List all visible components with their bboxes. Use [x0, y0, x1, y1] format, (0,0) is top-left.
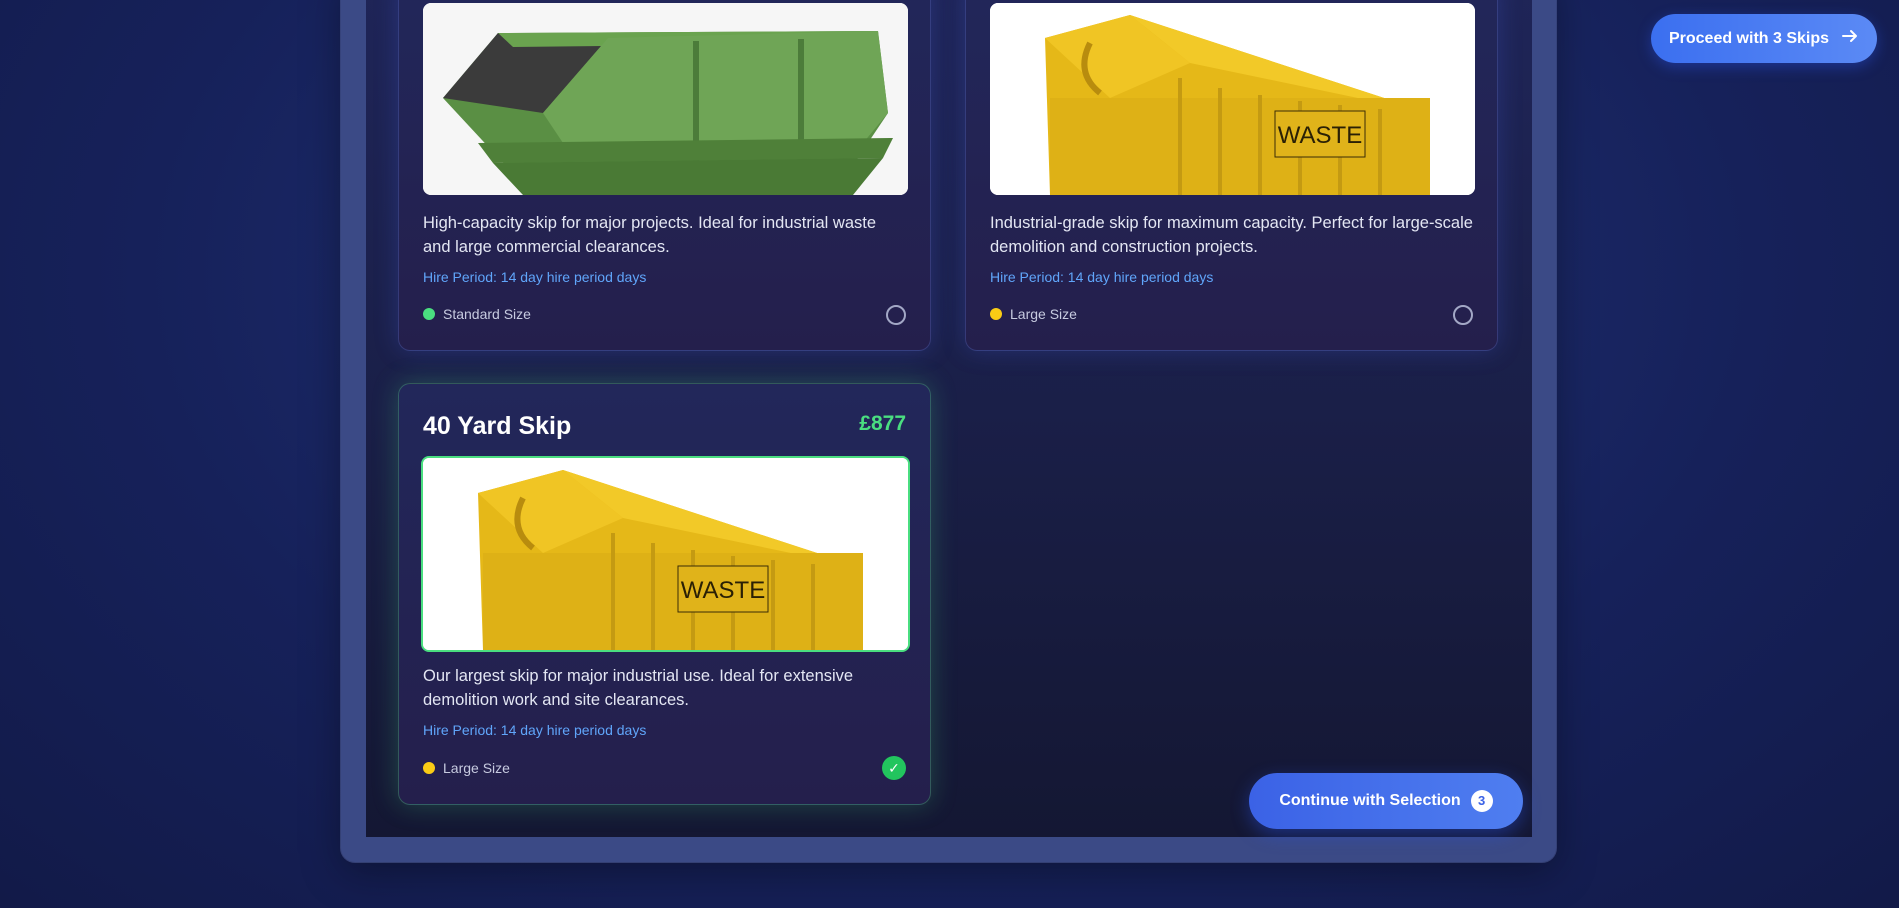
skip-image: WASTE: [421, 456, 910, 652]
size-label: Standard Size: [443, 306, 531, 322]
selection-count-badge: 3: [1470, 790, 1493, 812]
size-dot-icon: [423, 762, 435, 774]
size-indicator: Large Size: [990, 306, 1077, 322]
size-dot-icon: [990, 308, 1002, 320]
select-radio[interactable]: [1453, 305, 1473, 325]
size-label: Large Size: [1010, 306, 1077, 322]
hire-period: Hire Period: 14 day hire period days: [423, 269, 647, 285]
hire-period: Hire Period: 14 day hire period days: [423, 722, 647, 738]
svg-text:WASTE: WASTE: [681, 577, 765, 604]
skip-title: 40 Yard Skip: [423, 412, 572, 440]
continue-button[interactable]: Continue with Selection 3: [1249, 773, 1523, 829]
skip-card[interactable]: WASTE Industrial-grade skip for maximum …: [965, 0, 1498, 351]
size-indicator: Standard Size: [423, 306, 531, 322]
proceed-label: Proceed with 3 Skips: [1668, 29, 1830, 47]
size-dot-icon: [423, 308, 435, 320]
skip-description: High-capacity skip for major projects. I…: [423, 214, 877, 256]
svg-text:WASTE: WASTE: [1278, 122, 1362, 149]
skip-image: WASTE: [990, 3, 1475, 195]
proceed-button[interactable]: Proceed with 3 Skips: [1651, 14, 1877, 63]
skip-card-selected[interactable]: 40 Yard Skip £877 WASTE Our largest skip…: [398, 383, 931, 805]
size-label: Large Size: [443, 760, 510, 776]
skip-card[interactable]: High-capacity skip for major projects. I…: [398, 0, 931, 351]
arrow-right-icon: [1841, 27, 1859, 50]
select-radio[interactable]: [886, 305, 906, 325]
hire-period: Hire Period: 14 day hire period days: [990, 269, 1214, 285]
selected-check-icon[interactable]: ✓: [882, 756, 906, 780]
size-indicator: Large Size: [423, 760, 510, 776]
skip-image: [423, 3, 908, 195]
skip-description: Industrial-grade skip for maximum capaci…: [990, 214, 1473, 256]
skip-description: Our largest skip for major industrial us…: [423, 667, 854, 709]
skip-price: £877: [859, 412, 906, 435]
continue-label: Continue with Selection: [1279, 792, 1461, 809]
